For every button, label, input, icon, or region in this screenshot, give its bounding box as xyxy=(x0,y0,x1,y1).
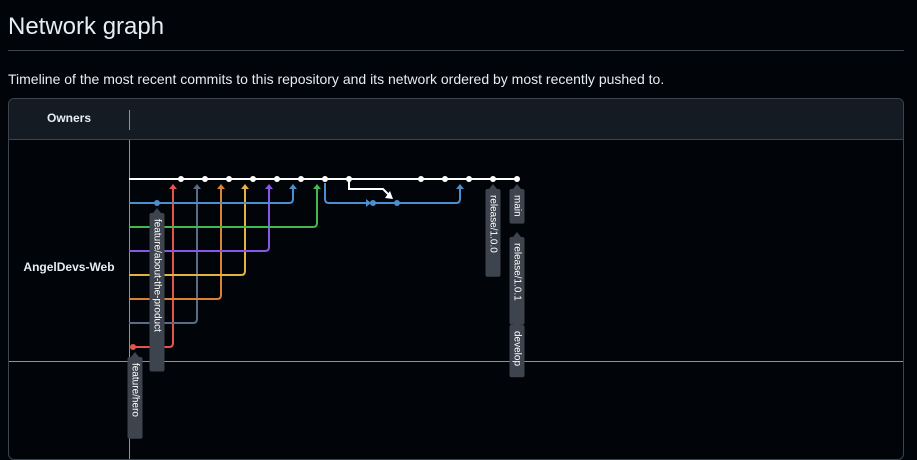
branch-label-text: feature/hero xyxy=(130,363,141,417)
main-commit-dot xyxy=(490,176,496,182)
branch-label-text: release/1.0.1 xyxy=(512,243,523,301)
branch-label-release-1-0-0[interactable]: release/1.0.0 xyxy=(485,184,501,277)
branch-label-feature-about-the-product[interactable]: feature/about-the-product xyxy=(149,208,165,372)
branch-label-text: main xyxy=(512,195,523,217)
main-commit-dot xyxy=(274,176,280,182)
main-commit-dot xyxy=(514,176,520,182)
network-graph-canvas[interactable]: feature/about-the-product release/1.0.0 ma… xyxy=(0,0,917,441)
release-commit-dot xyxy=(394,200,400,206)
merge-arrow xyxy=(169,184,177,189)
branch-label-main[interactable]: main xyxy=(509,184,525,224)
merge-arrow xyxy=(241,184,249,189)
release-blue-line xyxy=(324,183,461,204)
main-commit-dot xyxy=(346,176,352,182)
merge-arrow xyxy=(265,184,273,189)
branch-label-text: feature/about-the-product xyxy=(152,219,163,332)
main-commit-dot xyxy=(418,176,424,182)
feature-commit-dot xyxy=(154,200,160,206)
merge-arrow xyxy=(217,184,225,189)
merge-arrow xyxy=(289,184,297,189)
merge-arrow xyxy=(193,184,201,189)
main-sub-branch xyxy=(348,179,390,196)
main-commit-dot xyxy=(226,176,232,182)
merge-arrow xyxy=(313,184,321,189)
main-commit-dot xyxy=(202,176,208,182)
release-commit-dot xyxy=(370,200,376,206)
main-commit-dot xyxy=(442,176,448,182)
main-commit-dot xyxy=(322,176,328,182)
main-commit-dot xyxy=(178,176,184,182)
main-commit-dot xyxy=(298,176,304,182)
merge-arrow xyxy=(456,184,464,189)
branch-label-feature-hero[interactable]: feature/hero xyxy=(127,352,143,439)
branch-line-yellow xyxy=(129,186,246,276)
feature-hero-commit-dot xyxy=(130,344,136,350)
main-commit-dot xyxy=(250,176,256,182)
main-commit-dot xyxy=(466,176,472,182)
branch-label-release-1-0-1[interactable]: release/1.0.1 xyxy=(509,232,525,325)
branch-label-develop[interactable]: develop xyxy=(509,320,525,378)
branch-label-text: develop xyxy=(512,331,523,366)
branch-label-text: release/1.0.0 xyxy=(488,195,499,253)
